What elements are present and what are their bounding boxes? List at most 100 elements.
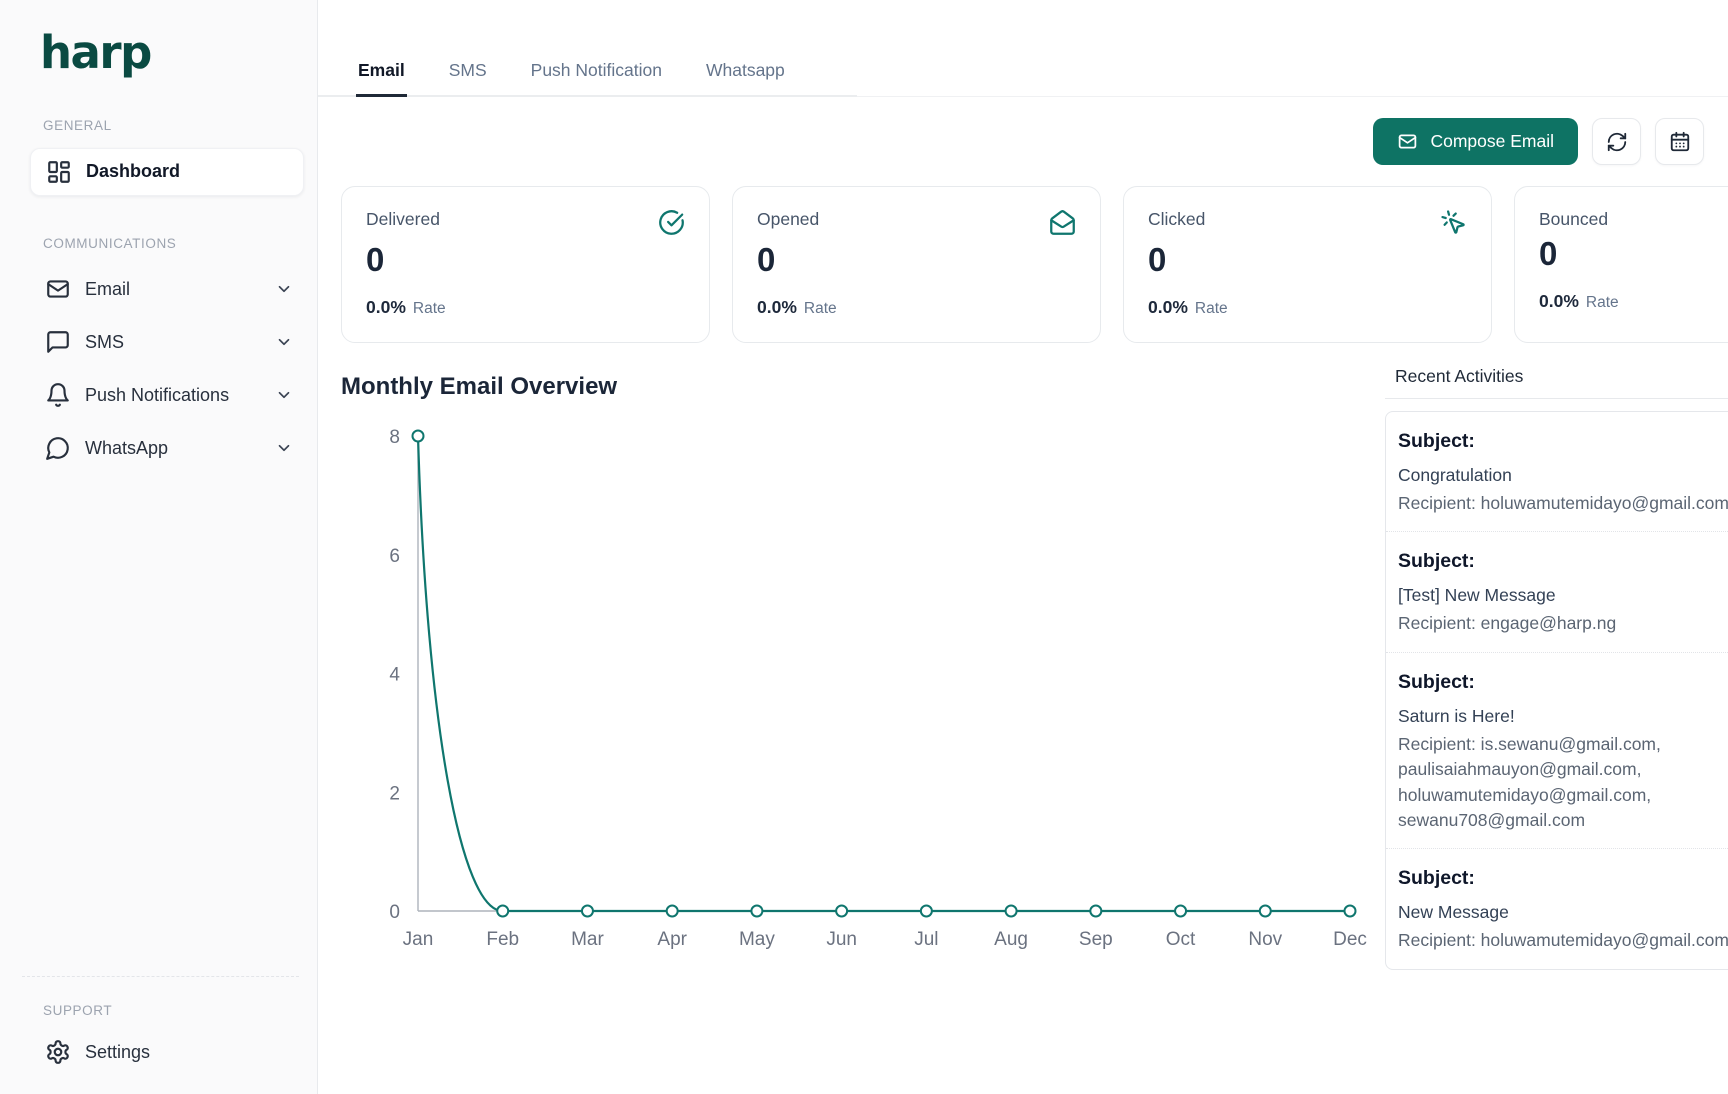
section-label-support: SUPPORT [43,1003,317,1018]
tab-email[interactable]: Email [356,60,407,97]
stat-value: 0 [1148,241,1467,279]
sidebar: harp GENERAL Dashboard COMMUNICATIONS Em… [0,0,318,1094]
communications-nav: Email SMS Push Notifications [0,263,317,475]
whatsapp-label: WhatsApp [85,438,275,459]
check-circle-icon [658,209,685,236]
tab-sms[interactable]: SMS [447,60,489,97]
svg-text:Jan: Jan [403,929,434,950]
harp-logo: harp [40,28,317,78]
mail-open-icon [1049,209,1076,236]
activity-item: Subject: [Test] New Message Recipient: e… [1386,531,1728,651]
stat-card-delivered: Delivered 0 0.0% Rate [341,186,710,343]
tab-push-notification[interactable]: Push Notification [529,60,664,97]
section-label-communications: COMMUNICATIONS [43,236,317,251]
activity-recipient: Recipient: holuwamutemidayo@gmail.com [1398,928,1728,953]
dashboard-label: Dashboard [86,161,180,182]
recent-activities-title: Recent Activities [1395,366,1728,387]
sidebar-item-email[interactable]: Email [0,263,317,316]
svg-text:Sep: Sep [1079,929,1113,950]
cursor-click-icon [1440,209,1467,236]
chevron-down-icon [275,333,293,351]
recent-activities-divider [1385,398,1728,399]
svg-text:Jul: Jul [914,929,938,950]
svg-text:6: 6 [389,546,400,567]
stat-label: Clicked [1148,209,1205,230]
stat-card-clicked: Clicked 0 0.0% Rate [1123,186,1492,343]
svg-text:0: 0 [389,902,400,923]
sidebar-item-push-notifications[interactable]: Push Notifications [0,369,317,422]
sms-label: SMS [85,332,275,353]
recent-activities-list: Subject: Congratulation Recipient: holuw… [1385,411,1728,970]
stat-rate-suffix: Rate [413,300,446,318]
envelope-icon [45,276,71,302]
activity-item: Subject: Saturn is Here! Recipient: is.s… [1386,652,1728,849]
calendar-icon [1669,131,1691,153]
svg-text:2: 2 [389,783,400,804]
activity-recipient: Recipient: holuwamutemidayo@gmail.com [1398,491,1728,516]
stat-cards-row: Delivered 0 0.0% Rate Opened [341,186,1728,343]
stat-rate: 0.0% [757,297,797,318]
sidebar-item-dashboard[interactable]: Dashboard [30,148,304,196]
stat-rate: 0.0% [1539,291,1579,312]
stat-rate: 0.0% [366,297,406,318]
bell-icon [45,382,71,408]
activity-subject: New Message [1398,902,1728,923]
chat-bubble-icon [45,329,71,355]
activity-subject: Congratulation [1398,465,1728,486]
sidebar-item-sms[interactable]: SMS [0,316,317,369]
section-label-general: GENERAL [43,118,317,133]
activity-recipient: Recipient: is.sewanu@gmail.com, paulisai… [1398,732,1728,834]
stat-card-bounced: Bounced 0 0.0% Rate [1514,186,1728,343]
toolbar: Compose Email [318,97,1728,165]
sidebar-divider [22,976,299,977]
activity-subject: [Test] New Message [1398,585,1728,606]
activity-recipient: Recipient: engage@harp.ng [1398,611,1728,636]
sidebar-item-whatsapp[interactable]: WhatsApp [0,422,317,475]
activity-item: Subject: Congratulation Recipient: holuw… [1386,412,1728,531]
svg-text:Mar: Mar [571,929,604,950]
stat-rate-suffix: Rate [1195,300,1228,318]
chevron-down-icon [275,280,293,298]
stat-value: 0 [1539,235,1728,273]
stat-value: 0 [757,241,1076,279]
envelope-icon [1397,131,1418,152]
recent-activities-panel: Recent Activities Subject: Congratulatio… [1385,366,1728,970]
svg-text:Dec: Dec [1333,929,1367,950]
stat-label: Opened [757,209,819,230]
dashboard-grid-icon [46,159,72,185]
activity-item: Subject: New Message Recipient: holuwamu… [1386,848,1728,968]
gear-icon [45,1039,71,1065]
chevron-down-icon [275,386,293,404]
tab-whatsapp[interactable]: Whatsapp [704,60,787,97]
chevron-down-icon [275,439,293,457]
svg-text:Nov: Nov [1248,929,1282,950]
svg-text:Apr: Apr [657,929,687,950]
activity-subject: Saturn is Here! [1398,706,1728,727]
svg-text:8: 8 [389,427,400,448]
stat-card-opened: Opened 0 0.0% Rate [732,186,1101,343]
stat-rate: 0.0% [1148,297,1188,318]
stat-rate-suffix: Rate [1586,294,1619,312]
app-window: harp GENERAL Dashboard COMMUNICATIONS Em… [0,0,1728,1094]
channel-tab-bar: Email SMS Push Notification Whatsapp [318,0,1728,97]
calendar-button[interactable] [1655,118,1704,165]
settings-label: Settings [85,1042,150,1063]
stat-label: Delivered [366,209,440,230]
activity-subject-label: Subject: [1398,550,1728,573]
push-notifications-label: Push Notifications [85,385,275,406]
activity-subject-label: Subject: [1398,430,1728,453]
stat-rate-suffix: Rate [804,300,837,318]
svg-text:May: May [739,929,775,950]
sidebar-item-settings[interactable]: Settings [0,1026,317,1078]
svg-text:Feb: Feb [486,929,519,950]
svg-text:Jun: Jun [826,929,857,950]
refresh-icon [1606,131,1628,153]
compose-email-button[interactable]: Compose Email [1373,118,1578,165]
stat-label: Bounced [1539,209,1608,230]
activity-subject-label: Subject: [1398,671,1728,694]
activity-subject-label: Subject: [1398,867,1728,890]
svg-text:Oct: Oct [1166,929,1196,950]
stat-value: 0 [366,241,685,279]
refresh-button[interactable] [1592,118,1641,165]
speech-circle-icon [45,435,71,461]
